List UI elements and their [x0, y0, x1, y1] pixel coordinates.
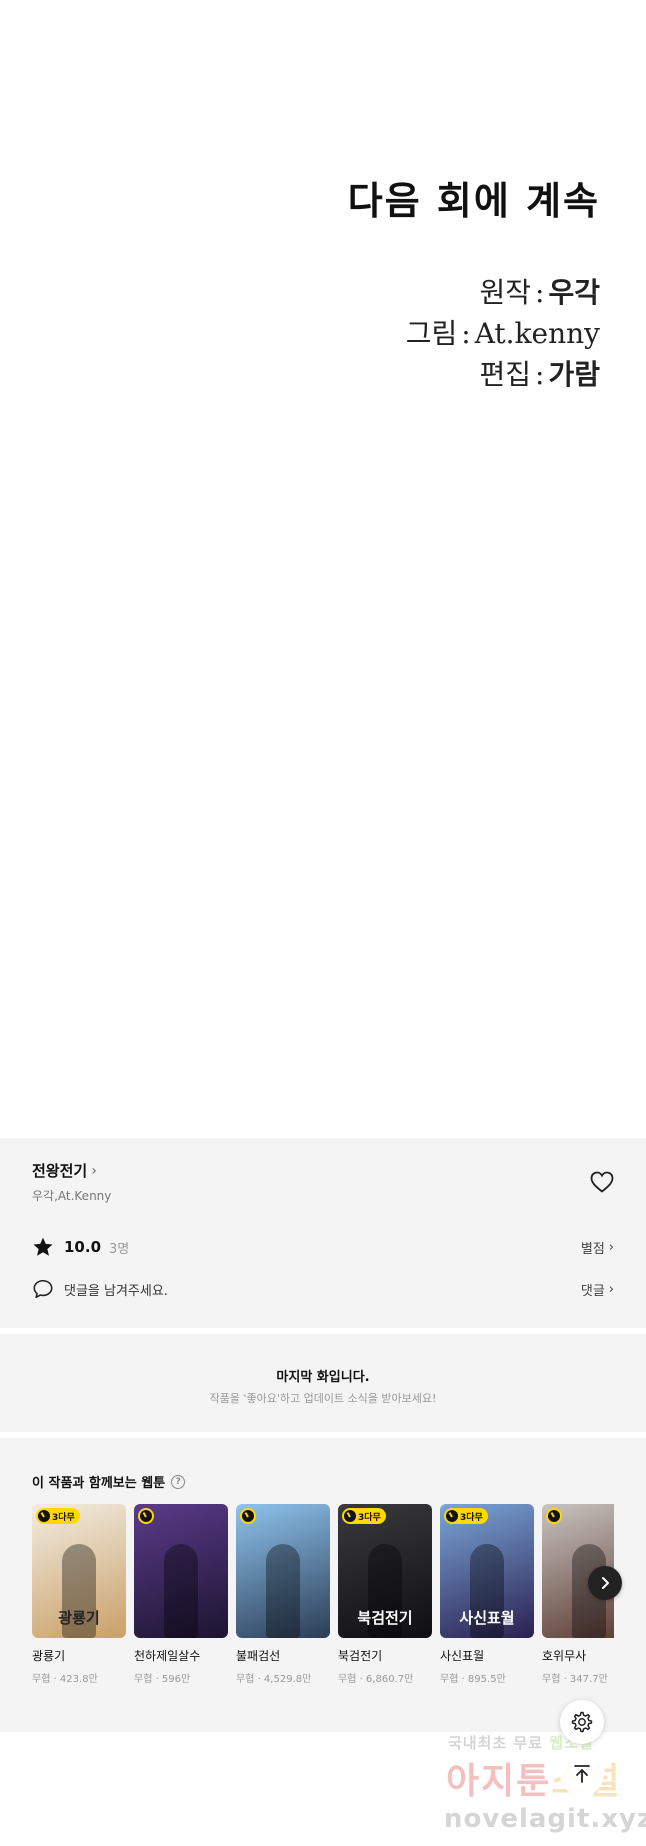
recommendation-meta: 무협 · 6,860.7만: [338, 1674, 414, 1685]
cover-figure: [266, 1544, 300, 1638]
chevron-right-icon: ›: [91, 1162, 97, 1179]
series-info-panel: 전왕전기 › 우각,At.Kenny 10.0 3명 별점 › 댓글을 남겨주세…: [0, 1138, 646, 1328]
favorite-button[interactable]: [588, 1168, 616, 1196]
recommendation-carousel: 광룡기 3다무 광룡기 무협 · 423.8만 천하제일살수 무협 · 596만 불패검선 무…: [32, 1504, 614, 1704]
cover-title-text: 광룡기: [58, 1609, 100, 1627]
recommendation-card[interactable]: 광룡기 3다무광룡기무협 · 423.8만: [32, 1504, 126, 1685]
chevron-right-icon: ›: [608, 1281, 614, 1297]
last-episode-title: 마지막 화입니다.: [276, 1370, 370, 1385]
recommendation-meta: 무협 · 895.5만: [440, 1674, 506, 1685]
cover-thumbnail: 북검전기 3다무: [338, 1504, 432, 1638]
credit-editor: 편집: 가람: [479, 358, 601, 391]
recommendation-title: 사신표월: [440, 1649, 485, 1663]
cover-title-text: 북검전기: [357, 1609, 413, 1627]
last-episode-notice: 마지막 화입니다. 작품을 '좋아요'하고 업데이트 소식을 받아보세요!: [0, 1334, 646, 1432]
recommendation-meta: 무협 · 347.7만: [542, 1674, 608, 1685]
help-icon[interactable]: ?: [171, 1474, 186, 1489]
cover-figure: [164, 1544, 198, 1638]
free-badge: [240, 1508, 256, 1524]
arrow-up-icon: [574, 1765, 590, 1783]
gear-icon: [571, 1711, 593, 1733]
clock-icon: [38, 1510, 50, 1522]
recommendation-meta: 무협 · 4,529.8만: [236, 1674, 312, 1685]
recommendations-heading: 이 작품과 함께보는 웹툰 ?: [32, 1472, 186, 1491]
rating-score: 10.0: [64, 1238, 102, 1256]
recommendations-section: 이 작품과 함께보는 웹툰 ? 광룡기 3다무광룡기무협 · 423.8만 천하제일…: [0, 1438, 646, 1732]
heart-icon: [590, 1171, 614, 1193]
recommendation-title: 천하제일살수: [134, 1649, 201, 1663]
cover-thumbnail: [236, 1504, 330, 1638]
recommendation-title: 광룡기: [32, 1649, 66, 1663]
comment-row[interactable]: 댓글을 남겨주세요. 댓글 ›: [32, 1277, 614, 1301]
recommendation-card[interactable]: 사신표월 3다무사신표월무협 · 895.5만: [440, 1504, 534, 1685]
free-badge: 3다무: [444, 1508, 488, 1524]
recommendation-card[interactable]: 북검전기 3다무북검전기무협 · 6,860.7만: [338, 1504, 432, 1685]
free-badge: [546, 1508, 562, 1524]
credit-original: 원작: 우각: [479, 276, 601, 309]
chevron-right-icon: [602, 1577, 609, 1589]
carousel-next-button[interactable]: [588, 1566, 622, 1600]
comments-button[interactable]: 댓글 ›: [581, 1280, 614, 1299]
free-badge: [138, 1508, 154, 1524]
rating-count: 3명: [109, 1241, 130, 1257]
recommendation-meta: 무협 · 423.8만: [32, 1674, 98, 1685]
credits: 원작: 우각 그림: At.kenny 편집: 가람: [406, 272, 600, 395]
settings-button[interactable]: [560, 1700, 604, 1744]
recommendation-card[interactable]: 천하제일살수무협 · 596만: [134, 1504, 228, 1685]
clock-icon: [446, 1510, 458, 1522]
recommendation-title: 불패검선: [236, 1649, 281, 1663]
clock-icon: [242, 1510, 254, 1522]
clock-icon: [344, 1510, 356, 1522]
cover-title-text: 사신표월: [459, 1609, 515, 1627]
credit-art: 그림: At.kenny: [405, 317, 600, 350]
cover-thumbnail: [134, 1504, 228, 1638]
watermark: 국내최초 무료 웹소설 아지툰소설 novelagit.xyz: [444, 1734, 646, 1834]
clock-icon: [548, 1510, 560, 1522]
rate-button[interactable]: 별점 ›: [581, 1238, 614, 1257]
rating-row: 10.0 3명 별점 ›: [32, 1235, 614, 1259]
series-authors: 우각,At.Kenny: [32, 1189, 112, 1203]
cover-thumbnail: 광룡기 3다무: [32, 1504, 126, 1638]
recommendation-title: 호위무사: [542, 1649, 587, 1663]
last-episode-subtitle: 작품을 '좋아요'하고 업데이트 소식을 받아보세요!: [209, 1392, 437, 1405]
recommendation-meta: 무협 · 596만: [134, 1674, 191, 1685]
scroll-top-button[interactable]: [560, 1752, 604, 1796]
comic-last-panel: 다음 회에 계속 원작: 우각 그림: At.kenny 편집: 가람: [0, 0, 646, 1138]
continue-text: 다음 회에 계속: [347, 178, 600, 223]
chevron-right-icon: ›: [608, 1239, 614, 1255]
free-badge: 3다무: [36, 1508, 80, 1524]
comment-prompt: 댓글을 남겨주세요.: [64, 1283, 168, 1299]
free-badge: 3다무: [342, 1508, 386, 1524]
series-title: 전왕전기: [32, 1162, 88, 1180]
recommendation-title: 북검전기: [338, 1649, 383, 1663]
star-icon: [33, 1237, 53, 1256]
clock-icon: [140, 1510, 152, 1522]
series-title-link[interactable]: 전왕전기 ›: [32, 1160, 97, 1181]
recommendation-card[interactable]: 불패검선무협 · 4,529.8만: [236, 1504, 330, 1685]
cover-thumbnail: 사신표월 3다무: [440, 1504, 534, 1638]
speech-bubble-icon: [33, 1279, 53, 1299]
